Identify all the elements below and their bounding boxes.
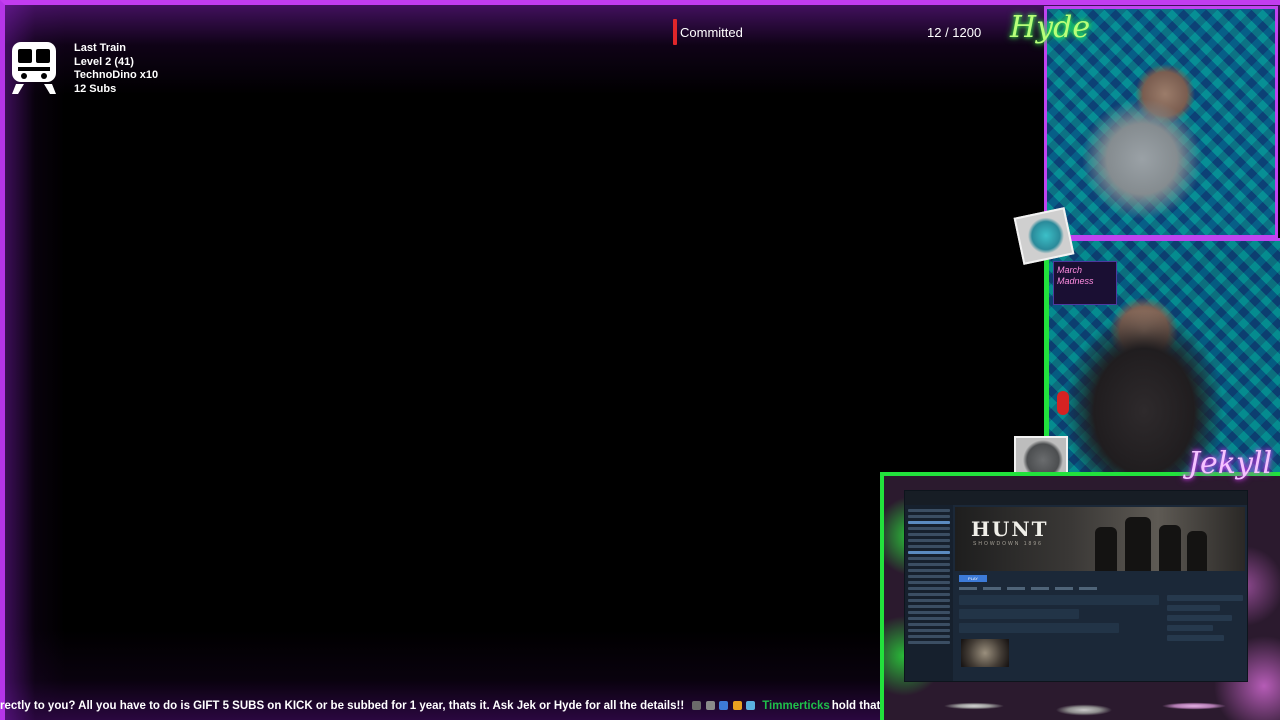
game-tabs	[959, 586, 1189, 592]
train-info: Last Train Level 2 (41) TechnoDino x10 1…	[74, 42, 158, 96]
train-level: Level 2 (41)	[74, 55, 134, 68]
stream-overlay: Last Train Level 2 (41) TechnoDino x10 1…	[0, 0, 1280, 720]
badge-icon	[692, 701, 702, 710]
jekyll-script-label: Jekyll	[1188, 446, 1273, 481]
neon-sign: March Madness	[1053, 261, 1117, 305]
microphone-icon	[1057, 391, 1069, 415]
hyde-script-label: Hyde	[1010, 10, 1091, 45]
game-logo-subtitle: SHOWDOWN 1896	[973, 541, 1043, 547]
badge-icon	[719, 701, 729, 710]
game-logo: HUNT	[971, 517, 1049, 541]
play-button[interactable]: PLAY	[959, 575, 987, 582]
train-contributor: TechnoDino x10	[74, 69, 159, 81]
badge-icon	[746, 701, 756, 710]
train-icon	[12, 42, 56, 94]
panel-artwork	[914, 676, 1244, 720]
steam-library-window: HUNT SHOWDOWN 1896 PLAY	[904, 490, 1248, 682]
steam-menu-bar	[905, 491, 1247, 505]
train-title: Last Train	[74, 42, 126, 54]
game-hero-banner: HUNT SHOWDOWN 1896	[955, 507, 1245, 571]
goal-marker	[673, 19, 677, 45]
goal-count: 12 / 1200	[927, 25, 982, 40]
chat-message: hold that thought lol	[831, 700, 880, 712]
goal-label: Committed	[680, 25, 743, 40]
webcam-bottom: March Madness	[1044, 238, 1280, 474]
train-subs: 12 Subs	[74, 82, 117, 95]
chat-ticker: rectly to you? All you have to do is GIF…	[0, 694, 880, 718]
chat-username: Timmerticks	[762, 700, 830, 712]
hype-train-widget: Last Train Level 2 (41) TechnoDino x10 1…	[10, 40, 158, 96]
game-capture-panel: HUNT SHOWDOWN 1896 PLAY	[880, 472, 1280, 720]
ticker-message: rectly to you? All you have to do is GIF…	[0, 700, 685, 712]
steam-library-sidebar	[905, 505, 953, 681]
news-thumbnail	[961, 639, 1009, 667]
badge-icon	[732, 701, 742, 710]
badge-icon	[705, 701, 715, 710]
chat-badges	[692, 701, 756, 711]
friends-who-play	[1167, 595, 1243, 675]
